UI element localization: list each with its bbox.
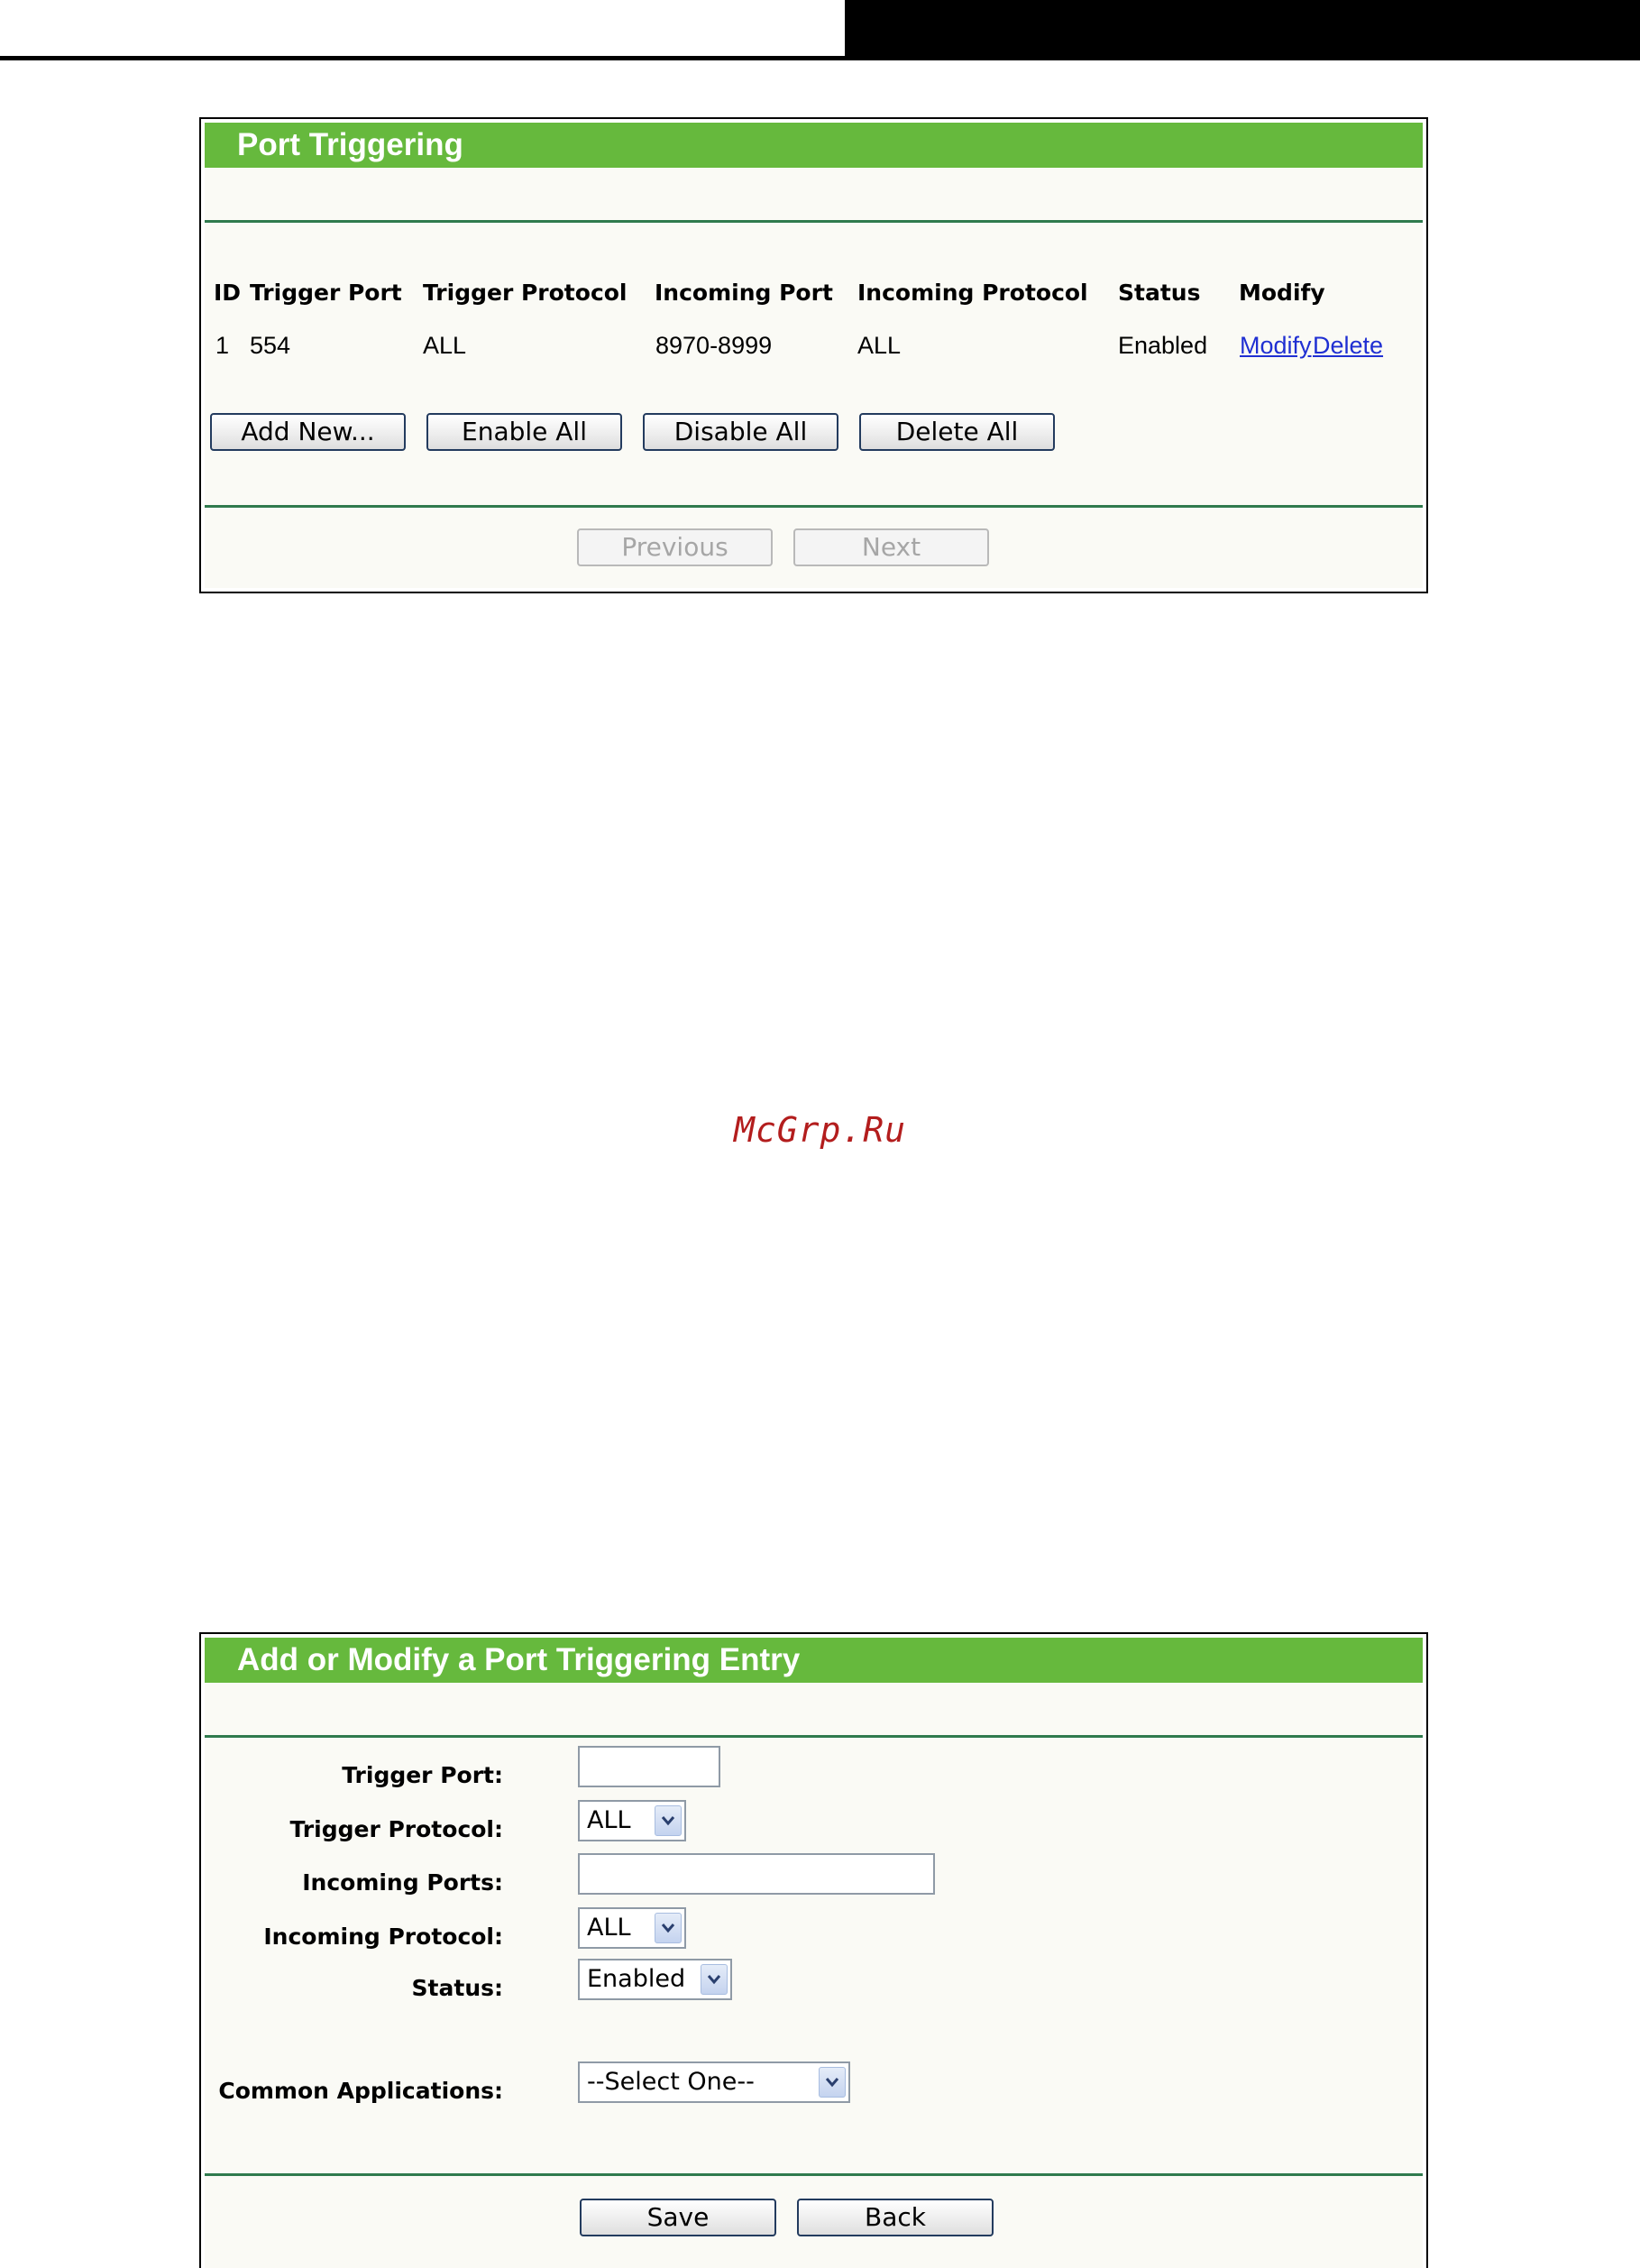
modify-link[interactable]: Modify xyxy=(1240,332,1312,360)
chevron-down-icon xyxy=(701,1964,728,1995)
column-header-trigger-port: Trigger Port xyxy=(250,280,402,306)
incoming-protocol-value: ALL xyxy=(587,1914,631,1942)
back-button[interactable]: Back xyxy=(797,2199,994,2236)
watermark-text: McGrp.Ru xyxy=(733,1110,907,1150)
port-triggering-panel: Port Triggering ID Trigger Port Trigger … xyxy=(199,117,1428,593)
entry-form-panel: Add or Modify a Port Triggering Entry Tr… xyxy=(199,1632,1428,2268)
row-id: 1 xyxy=(215,332,230,359)
column-header-incoming-protocol: Incoming Protocol xyxy=(857,280,1088,306)
divider xyxy=(205,2173,1423,2176)
row-status: Enabled xyxy=(1118,332,1208,359)
enable-all-button[interactable]: Enable All xyxy=(426,413,622,451)
delete-link[interactable]: Delete xyxy=(1313,332,1383,360)
page-header-block xyxy=(845,0,1640,60)
row-incoming-port: 8970-8999 xyxy=(655,332,773,359)
incoming-protocol-label: Incoming Protocol: xyxy=(263,1924,503,1950)
common-applications-label: Common Applications: xyxy=(218,2078,503,2104)
chevron-down-icon xyxy=(819,2067,846,2098)
row-incoming-protocol: ALL xyxy=(857,332,902,359)
divider xyxy=(205,1735,1423,1738)
add-new-button[interactable]: Add New... xyxy=(210,413,406,451)
row-trigger-port: 554 xyxy=(250,332,291,359)
divider xyxy=(205,505,1423,508)
trigger-protocol-label: Trigger Protocol: xyxy=(289,1816,504,1842)
incoming-protocol-select[interactable]: ALL xyxy=(578,1907,686,1949)
panel-title: Port Triggering xyxy=(205,123,1423,168)
chevron-down-icon xyxy=(655,1805,682,1836)
previous-button[interactable]: Previous xyxy=(577,528,773,566)
panel-body: ID Trigger Port Trigger Protocol Incomin… xyxy=(205,168,1423,588)
status-label: Status: xyxy=(411,1975,503,2001)
trigger-protocol-value: ALL xyxy=(587,1806,631,1834)
common-applications-value: --Select One-- xyxy=(587,2068,755,2096)
column-header-id: ID xyxy=(214,280,242,306)
incoming-ports-input[interactable] xyxy=(578,1853,935,1895)
column-header-status: Status xyxy=(1118,280,1201,306)
row-trigger-protocol: ALL xyxy=(423,332,467,359)
save-button[interactable]: Save xyxy=(580,2199,776,2236)
divider xyxy=(205,220,1423,223)
status-select[interactable]: Enabled xyxy=(578,1959,732,2000)
panel-title: Add or Modify a Port Triggering Entry xyxy=(205,1638,1423,1683)
column-header-trigger-protocol: Trigger Protocol xyxy=(423,280,628,306)
delete-all-button[interactable]: Delete All xyxy=(859,413,1055,451)
trigger-port-input[interactable] xyxy=(578,1746,720,1787)
common-applications-select[interactable]: --Select One-- xyxy=(578,2061,850,2103)
chevron-down-icon xyxy=(655,1913,682,1943)
next-button[interactable]: Next xyxy=(793,528,989,566)
panel-body: Trigger Port: Trigger Protocol: ALL Inco… xyxy=(205,1683,1423,2268)
incoming-ports-label: Incoming Ports: xyxy=(302,1869,503,1896)
column-header-modify: Modify xyxy=(1239,280,1325,306)
column-header-incoming-port: Incoming Port xyxy=(655,280,833,306)
trigger-port-label: Trigger Port: xyxy=(342,1762,503,1788)
status-value: Enabled xyxy=(587,1965,686,1993)
trigger-protocol-select[interactable]: ALL xyxy=(578,1800,686,1841)
disable-all-button[interactable]: Disable All xyxy=(643,413,838,451)
